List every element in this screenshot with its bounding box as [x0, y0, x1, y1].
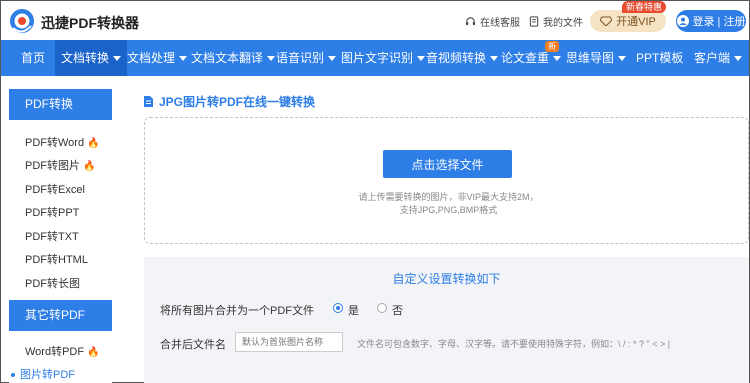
caret-down-icon	[179, 56, 188, 62]
login-register-button[interactable]: 登录 | 注册	[676, 10, 746, 32]
caret-down-icon	[618, 56, 627, 62]
sidebar-group-other-to-pdf[interactable]: 其它转PDF	[9, 300, 112, 331]
upload-hint-line2: 支持JPG,PNG,BMP格式	[399, 205, 498, 215]
nav-av-convert[interactable]: 音视频转换	[426, 40, 499, 76]
sidebar-item-pdf-to-ppt[interactable]: PDF转PPT	[25, 204, 79, 220]
settings-title: 自定义设置转换如下	[392, 272, 501, 286]
nav-voice-recognition[interactable]: 语音识别	[276, 40, 337, 76]
sidebar-item-pdf-to-long-image[interactable]: PDF转长图	[25, 275, 80, 291]
sidebar-item-pdf-to-txt[interactable]: PDF转TXT	[25, 228, 79, 244]
caret-down-icon	[328, 56, 337, 62]
merge-label: 将所有图片合并为一个PDF文件	[160, 305, 314, 317]
merge-yes-label[interactable]: 是	[348, 302, 359, 318]
nav-doc-translate[interactable]: 文档文本翻译	[191, 40, 276, 76]
login-register-label: 登录 | 注册	[692, 16, 746, 28]
fire-icon: 🔥	[87, 138, 100, 149]
online-service-label: 在线客服	[480, 18, 520, 29]
sidebar-group-pdf-convert[interactable]: PDF转换	[9, 89, 112, 120]
sidebar: PDF转换 PDF转Word 🔥 PDF转图片 🔥 PDF转Excel PDF转PP…	[9, 89, 112, 383]
promo-badge: 新春特惠	[622, 1, 667, 13]
sidebar-item-word-to-pdf[interactable]: Word转PDF 🔥	[25, 343, 100, 359]
sidebar-item-pdf-to-word[interactable]: PDF转Word 🔥	[25, 134, 100, 150]
page-title: JPG图片转PDF在线一键转换	[144, 93, 315, 110]
caret-down-icon	[553, 56, 562, 62]
top-header: 迅捷PDF转换器 在线客服 我的文件 开通VIP 新春特惠 登录 | 注册	[1, 1, 749, 40]
filename-hint: 文件名可包含数字、字母、汉字等。请不要使用特殊字符，例如：\ / : * ? "…	[357, 339, 671, 349]
open-vip-label: 开通VIP	[616, 16, 656, 28]
nav-image-ocr[interactable]: 图片文字识别	[341, 40, 426, 76]
merge-no-radio[interactable]	[377, 303, 387, 313]
diamond-icon	[600, 16, 613, 26]
sidebar-item-pdf-to-html[interactable]: PDF转HTML	[25, 251, 88, 267]
document-icon	[144, 96, 153, 107]
sidebar-item-pdf-to-image[interactable]: PDF转图片 🔥	[25, 157, 95, 173]
caret-down-icon	[734, 56, 743, 62]
filename-input[interactable]	[235, 332, 343, 352]
nav-home[interactable]: 首页	[21, 40, 45, 76]
fire-icon: 🔥	[87, 347, 100, 358]
new-badge: 新	[545, 41, 559, 52]
fire-icon: 🔥	[83, 161, 96, 172]
upload-hint-line1: 请上传需要转换的图片，非VIP最大支持2M，	[358, 192, 539, 202]
nav-ppt-template[interactable]: PPT模板	[636, 40, 683, 76]
nav-doc-convert[interactable]: 文档转换	[55, 40, 128, 76]
sidebar-item-image-to-pdf[interactable]: 图片转PDF	[11, 366, 75, 382]
nav-mind-map[interactable]: 思维导图	[566, 40, 627, 76]
main-nav: 首页 文档转换 文档处理 文档文本翻译 语音识别 图片文字识别 音视频转换 论文…	[1, 40, 749, 76]
caret-down-icon	[490, 56, 499, 62]
sidebar-item-pdf-to-excel[interactable]: PDF转Excel	[25, 181, 85, 197]
my-files-link[interactable]: 我的文件	[529, 14, 583, 29]
open-vip-button[interactable]: 开通VIP	[590, 10, 666, 32]
merge-no-label[interactable]: 否	[392, 302, 403, 318]
nav-client[interactable]: 客户端	[694, 40, 743, 76]
select-file-button[interactable]: 点击选择文件	[383, 150, 512, 178]
online-service-link[interactable]: 在线客服	[465, 14, 520, 29]
caret-down-icon	[417, 56, 426, 62]
filename-label: 合并后文件名	[160, 339, 226, 351]
file-icon	[529, 16, 539, 27]
user-icon	[676, 15, 689, 27]
merge-yes-radio[interactable]	[333, 303, 343, 313]
caret-down-icon	[267, 56, 276, 62]
headset-icon	[465, 17, 476, 26]
nav-doc-process[interactable]: 文档处理	[127, 40, 188, 76]
caret-down-icon	[113, 56, 122, 62]
upload-dropzone[interactable]	[144, 117, 749, 244]
brand-name[interactable]: 迅捷PDF转换器	[41, 13, 139, 33]
my-files-label: 我的文件	[543, 18, 583, 29]
page-title-text: JPG图片转PDF在线一键转换	[159, 95, 316, 109]
active-dot-icon	[11, 373, 15, 378]
logo-icon[interactable]	[9, 8, 35, 34]
